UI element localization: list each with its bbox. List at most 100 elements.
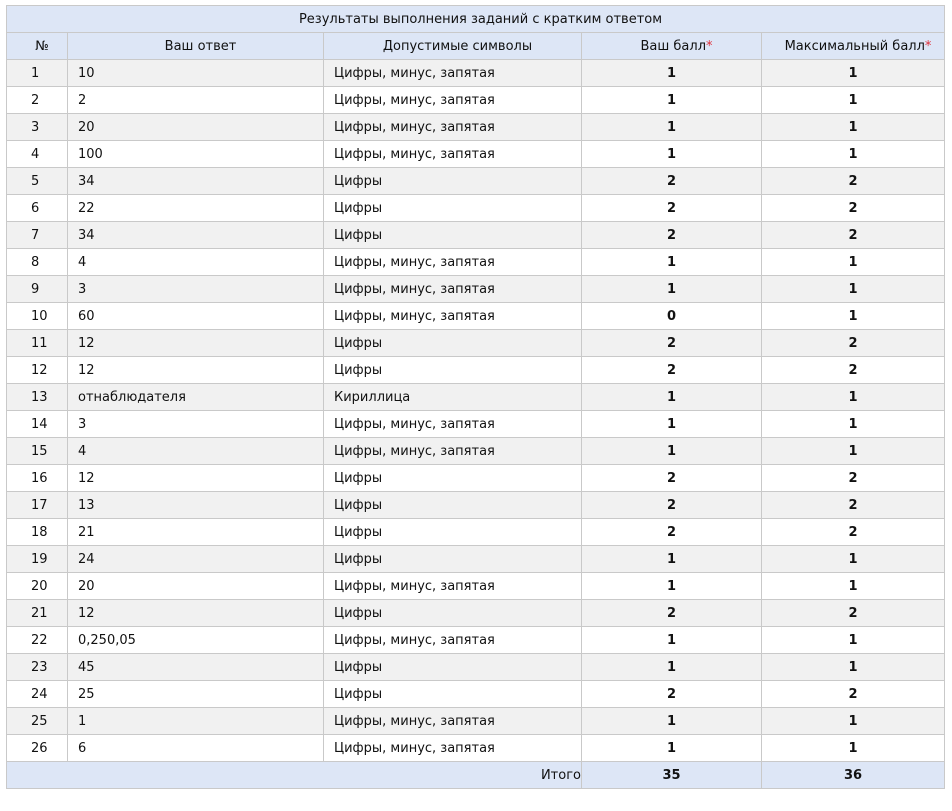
row-symbols: Цифры — [323, 464, 582, 492]
row-score: 1 — [581, 437, 762, 465]
row-score: 2 — [581, 356, 762, 384]
row-num: 11 — [6, 329, 68, 357]
row-score: 1 — [581, 383, 762, 411]
row-answer: 34 — [67, 167, 324, 195]
table-row: 2 2 Цифры, минус, запятая 1 1 — [6, 86, 945, 114]
row-symbols: Кириллица — [323, 383, 582, 411]
row-symbols: Цифры — [323, 167, 582, 195]
table-row: 15 4 Цифры, минус, запятая 1 1 — [6, 437, 945, 465]
row-max: 1 — [761, 437, 945, 465]
row-symbols: Цифры, минус, запятая — [323, 248, 582, 276]
row-num: 26 — [6, 734, 68, 762]
row-score: 2 — [581, 221, 762, 249]
table-row: 6 22 Цифры 2 2 — [6, 194, 945, 222]
row-score: 2 — [581, 167, 762, 195]
footnote-star: * — [924, 38, 932, 54]
row-num: 22 — [6, 626, 68, 654]
row-answer: 1 — [67, 707, 324, 735]
row-max: 2 — [761, 518, 945, 546]
table-title-row: Результаты выполнения заданий с кратким … — [6, 5, 945, 33]
row-score: 1 — [581, 734, 762, 762]
row-answer: 21 — [67, 518, 324, 546]
row-symbols: Цифры, минус, запятая — [323, 626, 582, 654]
row-answer: отнаблюдателя — [67, 383, 324, 411]
table-row: 24 25 Цифры 2 2 — [6, 680, 945, 708]
row-max: 1 — [761, 707, 945, 735]
table-row: 13 отнаблюдателя Кириллица 1 1 — [6, 383, 945, 411]
row-score: 1 — [581, 248, 762, 276]
row-num: 8 — [6, 248, 68, 276]
row-score: 0 — [581, 302, 762, 330]
row-max: 2 — [761, 167, 945, 195]
row-symbols: Цифры, минус, запятая — [323, 59, 582, 87]
row-score: 1 — [581, 572, 762, 600]
row-num: 20 — [6, 572, 68, 600]
row-max: 2 — [761, 599, 945, 627]
row-answer: 22 — [67, 194, 324, 222]
row-answer: 12 — [67, 356, 324, 384]
row-symbols: Цифры — [323, 545, 582, 573]
row-max: 1 — [761, 626, 945, 654]
row-symbols: Цифры — [323, 491, 582, 519]
row-num: 17 — [6, 491, 68, 519]
row-max: 1 — [761, 302, 945, 330]
total-row: Итого 35 36 — [6, 761, 945, 789]
row-score: 1 — [581, 59, 762, 87]
row-score: 2 — [581, 599, 762, 627]
table-row: 5 34 Цифры 2 2 — [6, 167, 945, 195]
table-header-row: № Ваш ответ Допустимые символы Ваш балл*… — [6, 32, 945, 60]
row-max: 2 — [761, 491, 945, 519]
row-score: 1 — [581, 653, 762, 681]
row-answer: 13 — [67, 491, 324, 519]
row-answer: 2 — [67, 86, 324, 114]
row-max: 1 — [761, 248, 945, 276]
total-max: 36 — [761, 761, 945, 789]
row-num: 19 — [6, 545, 68, 573]
row-symbols: Цифры, минус, запятая — [323, 140, 582, 168]
row-symbols: Цифры — [323, 653, 582, 681]
row-num: 18 — [6, 518, 68, 546]
row-answer: 12 — [67, 464, 324, 492]
row-symbols: Цифры, минус, запятая — [323, 707, 582, 735]
row-num: 7 — [6, 221, 68, 249]
table-row: 25 1 Цифры, минус, запятая 1 1 — [6, 707, 945, 735]
row-num: 23 — [6, 653, 68, 681]
row-max: 1 — [761, 140, 945, 168]
table-row: 9 3 Цифры, минус, запятая 1 1 — [6, 275, 945, 303]
table-row: 10 60 Цифры, минус, запятая 0 1 — [6, 302, 945, 330]
row-score: 2 — [581, 464, 762, 492]
row-answer: 3 — [67, 410, 324, 438]
row-answer: 6 — [67, 734, 324, 762]
row-max: 1 — [761, 59, 945, 87]
row-score: 2 — [581, 518, 762, 546]
row-symbols: Цифры, минус, запятая — [323, 410, 582, 438]
row-max: 2 — [761, 356, 945, 384]
row-max: 1 — [761, 410, 945, 438]
row-num: 1 — [6, 59, 68, 87]
header-score: Ваш балл* — [581, 32, 762, 60]
row-symbols: Цифры, минус, запятая — [323, 572, 582, 600]
row-symbols: Цифры, минус, запятая — [323, 302, 582, 330]
row-num: 15 — [6, 437, 68, 465]
row-score: 1 — [581, 140, 762, 168]
table-row: 20 20 Цифры, минус, запятая 1 1 — [6, 572, 945, 600]
table-row: 8 4 Цифры, минус, запятая 1 1 — [6, 248, 945, 276]
row-max: 2 — [761, 464, 945, 492]
total-score: 35 — [581, 761, 762, 789]
row-answer: 100 — [67, 140, 324, 168]
table-row: 18 21 Цифры 2 2 — [6, 518, 945, 546]
row-answer: 10 — [67, 59, 324, 87]
row-max: 2 — [761, 329, 945, 357]
row-score: 1 — [581, 545, 762, 573]
table-row: 1 10 Цифры, минус, запятая 1 1 — [6, 59, 945, 87]
row-score: 1 — [581, 113, 762, 141]
row-symbols: Цифры, минус, запятая — [323, 86, 582, 114]
row-answer: 4 — [67, 248, 324, 276]
row-num: 13 — [6, 383, 68, 411]
table-title: Результаты выполнения заданий с кратким … — [6, 5, 945, 33]
row-num: 25 — [6, 707, 68, 735]
row-score: 2 — [581, 329, 762, 357]
header-max-label: Максимальный балл — [784, 38, 925, 54]
row-max: 2 — [761, 680, 945, 708]
row-answer: 20 — [67, 113, 324, 141]
